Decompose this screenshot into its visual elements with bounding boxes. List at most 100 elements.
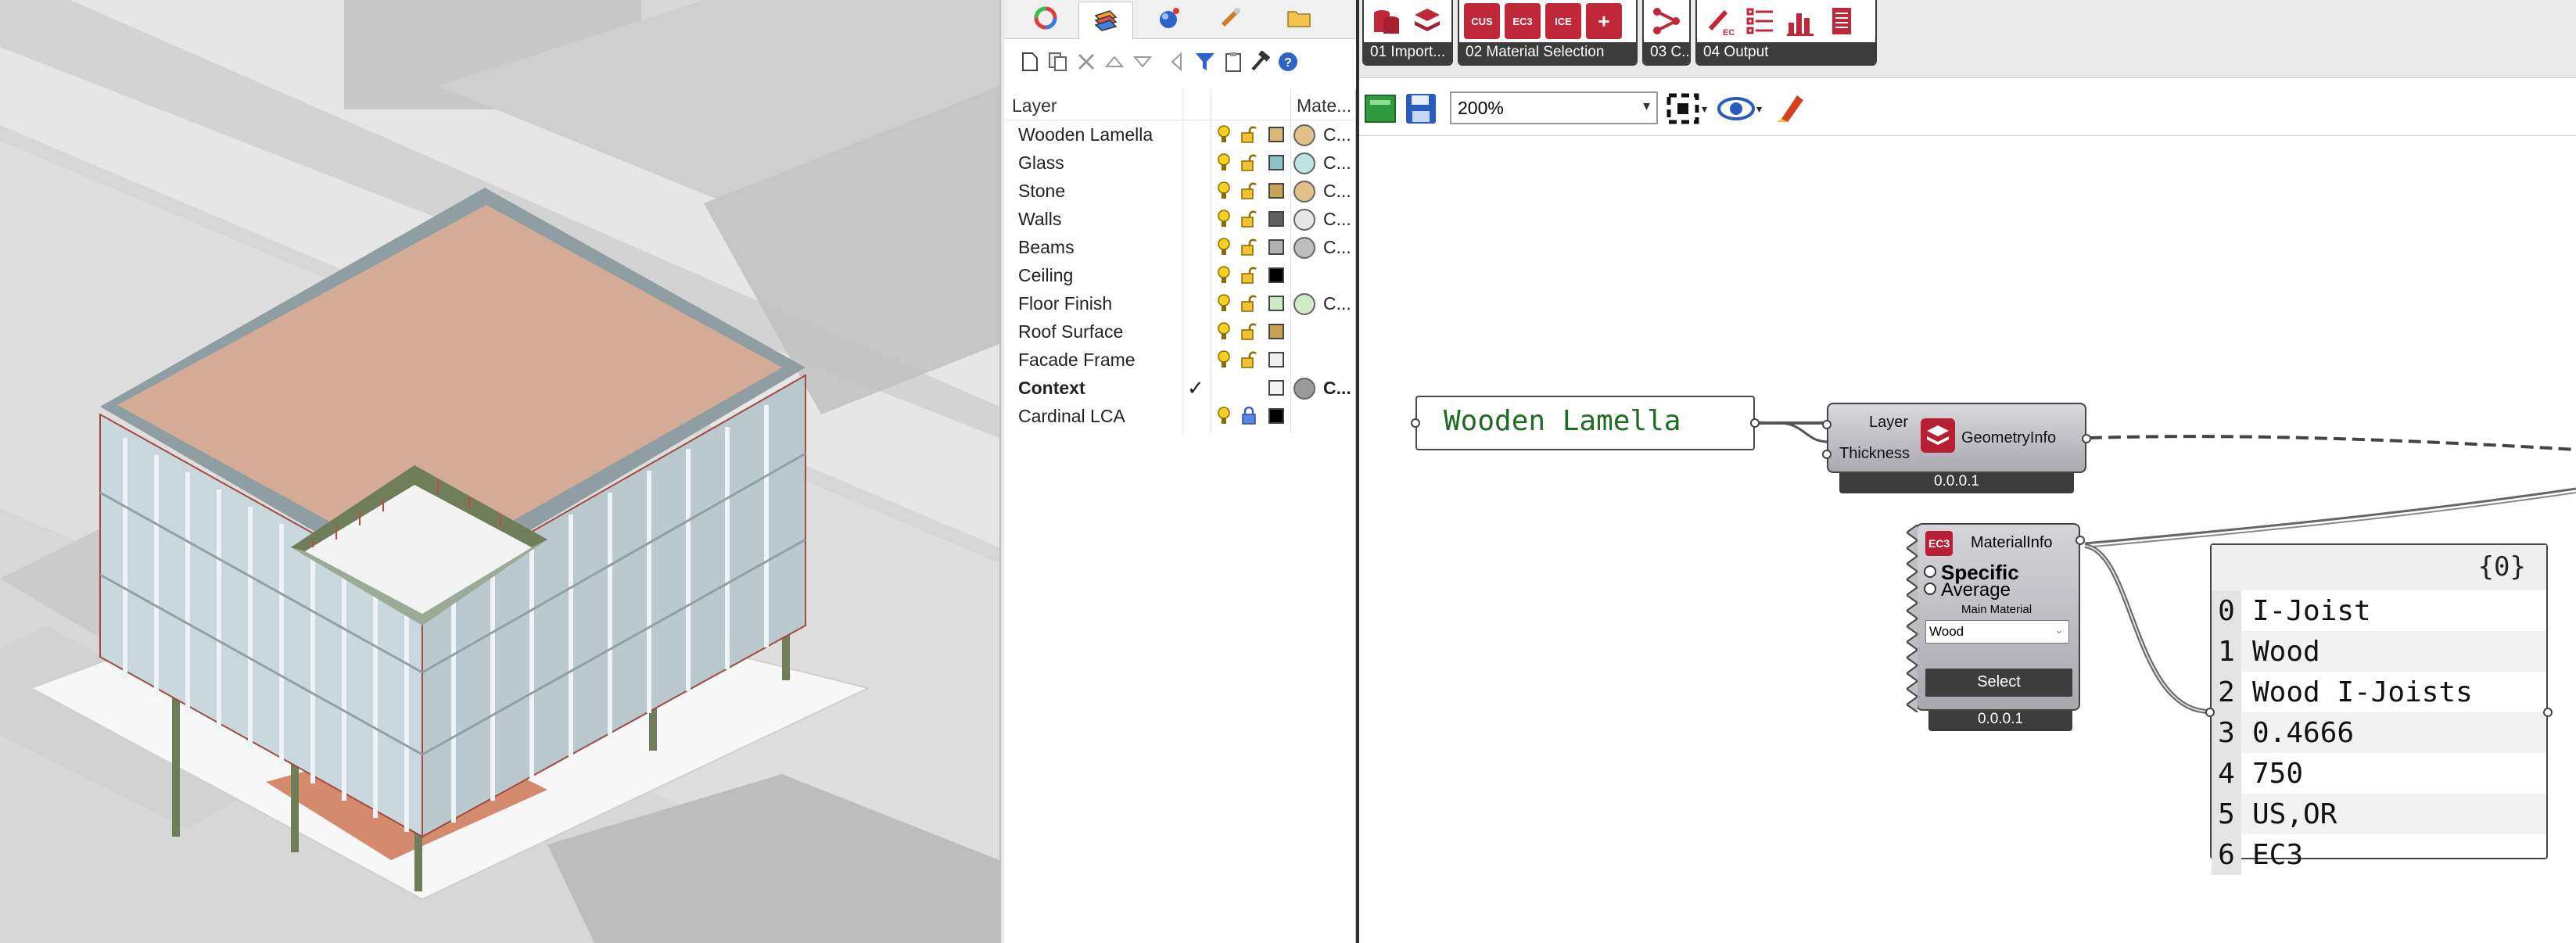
collapse-button[interactable] (1164, 50, 1190, 77)
filter-button[interactable] (1192, 50, 1218, 77)
layer-row[interactable]: Beams C... (1004, 233, 1356, 261)
output-grip[interactable] (2543, 708, 2553, 717)
lightbulb-icon[interactable] (1217, 124, 1231, 149)
tab-layers[interactable] (1078, 2, 1133, 40)
new-layer-button[interactable] (1017, 50, 1043, 77)
clipboard-button[interactable] (1220, 50, 1247, 77)
ribbon-group-calculate[interactable]: 03 C... (1642, 0, 1691, 66)
material-preview-icon[interactable] (1293, 293, 1315, 315)
lock-icon[interactable] (1240, 406, 1258, 430)
list-icon[interactable] (1742, 3, 1778, 39)
move-down-button[interactable] (1129, 50, 1156, 77)
layer-row[interactable]: Stone C... (1004, 177, 1356, 205)
help-button[interactable]: ? (1275, 50, 1301, 77)
output-data-panel[interactable]: {0} 0 I-Joist 1 Wood 2 Wood I-Joists 3 0.4666 4 7… (2205, 543, 2553, 875)
save-file-button[interactable] (1405, 92, 1439, 129)
ribbon-group-output[interactable]: EC 04 Output (1695, 0, 1877, 66)
material-preview-icon[interactable] (1293, 181, 1315, 203)
layer-row[interactable]: Facade Frame (1004, 346, 1356, 374)
lightbulb-icon[interactable] (1217, 406, 1231, 431)
layers-icon[interactable] (1409, 3, 1445, 39)
ice-icon[interactable]: ICE (1545, 3, 1581, 39)
unlock-icon[interactable] (1240, 125, 1258, 149)
layer-row[interactable]: Wooden Lamella C... (1004, 120, 1356, 149)
layer-name[interactable]: Beams (1018, 237, 1075, 258)
layer-name[interactable]: Ceiling (1018, 265, 1073, 286)
material-preview-icon[interactable] (1293, 378, 1315, 400)
unlock-icon[interactable] (1240, 266, 1258, 289)
layer-name[interactable]: Stone (1018, 181, 1065, 202)
materialinfo-component[interactable]: EC3 MaterialInfo Specific Average Main M… (1907, 523, 2085, 712)
layer-name[interactable]: Roof Surface (1018, 321, 1123, 342)
layer-row[interactable]: Walls C... (1004, 205, 1356, 233)
lightbulb-icon[interactable] (1217, 209, 1231, 234)
layer-color-swatch[interactable] (1268, 380, 1284, 396)
sketch-button[interactable] (1774, 91, 1808, 129)
lightbulb-icon[interactable] (1217, 237, 1231, 262)
layer-name-panel[interactable]: Wooden Lamella (1411, 396, 1760, 450)
output-grip[interactable] (1750, 418, 1760, 428)
lightbulb-icon[interactable] (1217, 321, 1231, 346)
layer-color-swatch[interactable] (1268, 267, 1284, 283)
input-grip[interactable] (1822, 450, 1832, 459)
material-preview-icon[interactable] (1293, 209, 1315, 231)
move-up-button[interactable] (1101, 50, 1128, 77)
cus-icon[interactable]: CUS (1464, 3, 1500, 39)
layer-name[interactable]: Floor Finish (1018, 293, 1112, 314)
layer-name[interactable]: Wooden Lamella (1018, 124, 1153, 145)
ec3-icon[interactable]: EC3 (1505, 3, 1541, 39)
material-preview-icon[interactable] (1293, 124, 1315, 146)
layer-color-swatch[interactable] (1268, 324, 1284, 339)
layer-row[interactable]: Ceiling (1004, 261, 1356, 289)
unlock-icon[interactable] (1240, 322, 1258, 346)
material-preview-icon[interactable] (1293, 237, 1315, 259)
open-file-button[interactable] (1364, 92, 1398, 129)
ribbon-group-import[interactable]: 01 Import... (1362, 0, 1453, 66)
bar-chart-icon[interactable] (1783, 3, 1819, 39)
geometryinfo-component[interactable]: Layer Thickness GeometryInfo (1822, 403, 2091, 473)
column-layer[interactable]: Layer (1012, 95, 1057, 117)
grasshopper-canvas[interactable]: Wooden Lamella Layer Thickness GeometryI… (1359, 137, 2576, 943)
lightbulb-icon[interactable] (1217, 181, 1231, 206)
current-layer-check-icon[interactable]: ✓ (1187, 376, 1204, 400)
unlock-icon[interactable] (1240, 153, 1258, 177)
layer-color-swatch[interactable] (1268, 155, 1284, 170)
tab-colors[interactable] (1018, 2, 1073, 38)
delete-layer-button[interactable] (1073, 50, 1100, 77)
layer-name[interactable]: Facade Frame (1018, 350, 1136, 371)
radio-specific[interactable] (1924, 565, 1936, 578)
layer-name[interactable]: Walls (1018, 209, 1061, 230)
lightbulb-icon[interactable] (1217, 350, 1231, 375)
calculate-icon[interactable] (1649, 3, 1684, 39)
layer-name[interactable]: Glass (1018, 152, 1064, 174)
layer-name[interactable]: Cardinal LCA (1018, 406, 1125, 427)
ec-pen-icon[interactable]: EC (1702, 3, 1738, 39)
layer-color-swatch[interactable] (1268, 127, 1284, 142)
layer-row[interactable]: Floor Finish C... (1004, 289, 1356, 317)
zoom-dropdown[interactable]: 200% ▾ (1450, 91, 1658, 124)
layer-row[interactable]: Glass C... (1004, 149, 1356, 177)
lightbulb-icon[interactable] (1217, 265, 1231, 290)
layer-color-swatch[interactable] (1268, 352, 1284, 368)
material-dropdown[interactable]: Wood ⌄ (1925, 620, 2069, 644)
unlock-icon[interactable] (1240, 238, 1258, 261)
layer-color-swatch[interactable] (1268, 296, 1284, 311)
output-grip[interactable] (2076, 536, 2085, 545)
input-grip[interactable] (1411, 418, 1420, 428)
lightbulb-icon[interactable] (1217, 152, 1231, 177)
layer-row[interactable]: Roof Surface (1004, 317, 1356, 346)
input-grip[interactable] (1822, 420, 1832, 429)
new-sublayer-button[interactable] (1045, 50, 1071, 77)
input-grip[interactable] (2205, 708, 2215, 717)
zoom-extents-button[interactable]: ▾ (1666, 92, 1713, 129)
tools-button[interactable] (1247, 49, 1273, 77)
layer-name[interactable]: Context (1018, 378, 1085, 399)
lightbulb-icon[interactable] (1217, 293, 1231, 318)
tab-render[interactable] (1142, 2, 1197, 38)
add-icon[interactable]: + (1586, 3, 1622, 39)
ribbon-group-material[interactable]: CUS EC3 ICE + 02 Material Selection (1458, 0, 1638, 66)
layer-color-swatch[interactable] (1268, 408, 1284, 424)
select-button[interactable]: Select (1925, 669, 2072, 697)
tab-display[interactable] (1203, 2, 1258, 38)
layer-color-swatch[interactable] (1268, 239, 1284, 255)
